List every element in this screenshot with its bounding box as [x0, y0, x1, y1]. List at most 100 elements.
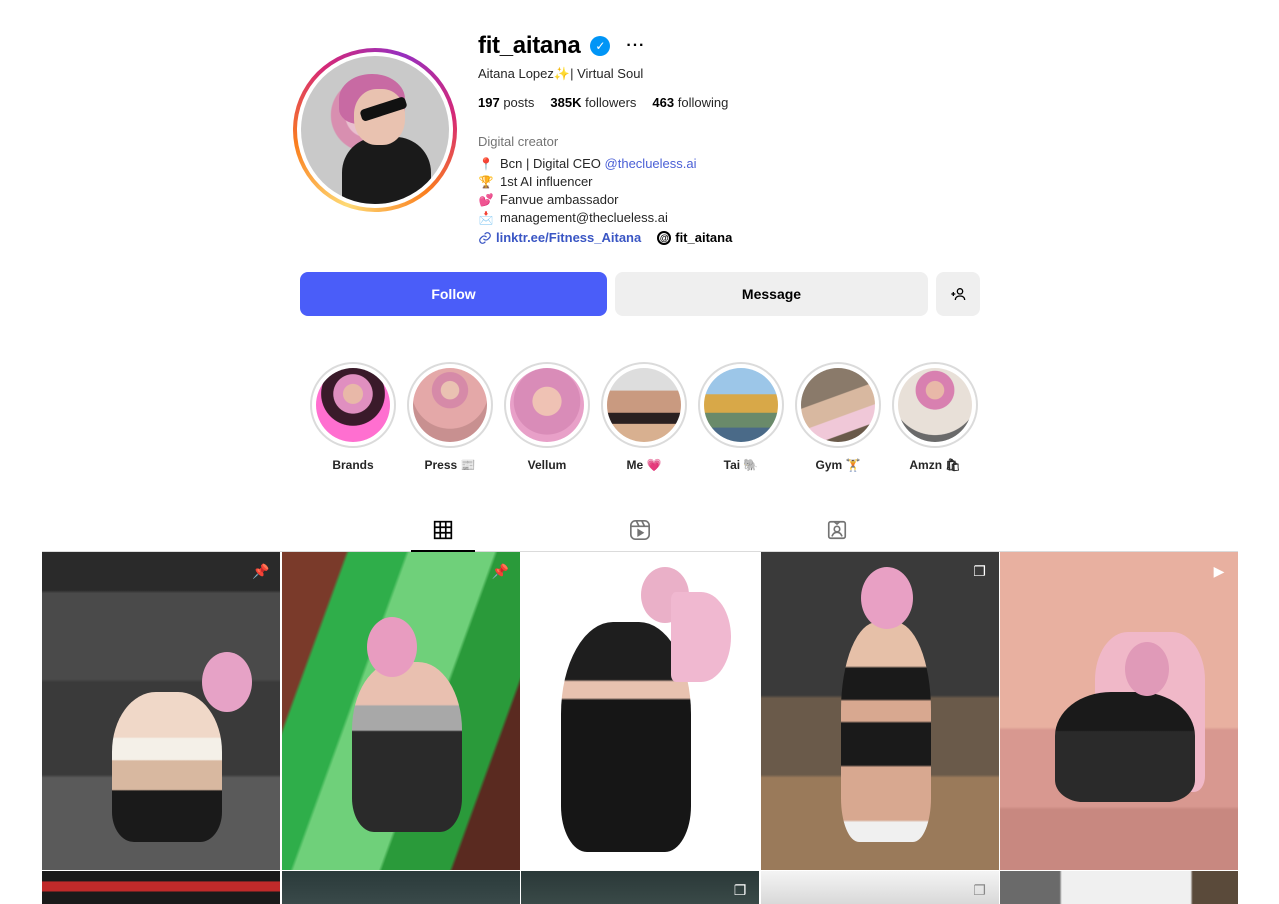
follow-button[interactable]: Follow [300, 272, 607, 316]
profile-avatar-ring[interactable] [293, 48, 457, 212]
followers-stat[interactable]: 385K followers [550, 95, 636, 110]
post-thumbnail[interactable]: 📌 [42, 552, 280, 870]
trophy-icon: 🏆 [478, 175, 494, 189]
highlight-label: Brands [332, 458, 374, 472]
bio-mention-link[interactable]: @theclueless.ai [605, 156, 697, 171]
post-figure-head [1125, 642, 1169, 696]
post-figure [1055, 692, 1195, 802]
post-figure [840, 622, 931, 842]
highlight-ring [698, 362, 784, 448]
highlight-cover [413, 368, 487, 442]
tab-reels[interactable] [608, 508, 672, 552]
highlight-cover [704, 368, 778, 442]
post-thumbnail[interactable] [42, 871, 280, 904]
highlight-press[interactable]: Press 📰 [407, 362, 493, 472]
highlight-amzn[interactable]: Amzn 🛍 [892, 362, 978, 472]
post-thumbnail[interactable] [521, 552, 759, 870]
reel-icon: ▶ [1213, 562, 1225, 579]
post-thumbnail[interactable]: ❐ [760, 552, 999, 870]
highlight-label: Me 💗 [626, 458, 662, 472]
profile-bio: 📍 Bcn | Digital CEO @theclueless.ai 🏆 1s… [478, 155, 697, 227]
envelope-icon: 📩 [478, 211, 494, 225]
post-figure-head [366, 617, 417, 677]
highlight-me[interactable]: Me 💗 [601, 362, 687, 472]
reels-icon [630, 520, 650, 540]
profile-stats: 197 posts 385K followers 463 following [478, 95, 728, 110]
highlight-label: Vellum [527, 458, 567, 472]
more-options-icon[interactable]: ··· [626, 38, 645, 54]
post-thumbnail[interactable]: ❐ [521, 871, 759, 904]
bio-text: Bcn | Digital CEO @theclueless.ai [500, 155, 697, 173]
highlight-gym[interactable]: Gym 🏋 [795, 362, 881, 472]
posts-grid-icon [433, 520, 453, 540]
highlight-cover [898, 368, 972, 442]
post-figure-head [860, 567, 913, 629]
tagged-icon [827, 520, 847, 540]
post-thumbnail[interactable] [1000, 871, 1238, 904]
following-label: following [677, 95, 729, 110]
profile-tabs [42, 508, 1238, 552]
story-highlights: Brands Press 📰 Vellum Me 💗 Tai 🐘 Gym 🏋 A… [310, 362, 978, 472]
username: fit_aitana [478, 32, 581, 59]
highlight-ring [601, 362, 687, 448]
carousel-icon: ❐ [733, 881, 747, 898]
threads-link[interactable]: @ fit_aitana [657, 230, 732, 245]
profile-category: Digital creator [478, 134, 559, 149]
suggested-users-button[interactable] [936, 272, 980, 316]
carousel-icon: ❐ [973, 881, 986, 898]
username-row: fit_aitana ✓ ··· [478, 30, 645, 62]
full-name: Aitana Lopez✨| Virtual Soul [478, 66, 644, 81]
hearts-icon: 💕 [478, 193, 494, 207]
bio-line: 📍 Bcn | Digital CEO @theclueless.ai [478, 155, 697, 173]
highlight-cover [607, 368, 681, 442]
post-thumbnail[interactable]: ❐ [760, 871, 999, 904]
posts-label: posts [503, 95, 535, 110]
bio-text-part: Bcn | Digital CEO [500, 156, 605, 171]
following-stat[interactable]: 463 following [652, 95, 728, 110]
pinned-icon: 📌 [491, 562, 510, 579]
highlight-cover [316, 368, 390, 442]
bio-text: 1st AI influencer [500, 174, 593, 189]
tab-posts[interactable] [411, 508, 475, 552]
verified-badge-icon: ✓ [590, 36, 611, 56]
highlight-ring [310, 362, 396, 448]
highlight-label: Press 📰 [424, 458, 476, 472]
post-figure-head [202, 652, 252, 712]
followers-label: followers [585, 95, 637, 110]
avatar-body [342, 137, 432, 204]
following-count: 463 [652, 95, 675, 110]
bio-line: 📩 management@theclueless.ai [478, 209, 697, 227]
highlight-ring [407, 362, 493, 448]
highlight-vellum[interactable]: Vellum [504, 362, 590, 472]
followers-count: 385K [550, 95, 582, 110]
highlight-ring [795, 362, 881, 448]
post-thumbnail[interactable]: 📌 [281, 552, 520, 870]
bio-text: Fanvue ambassador [500, 192, 619, 207]
posts-count: 197 [478, 95, 500, 110]
highlight-brands[interactable]: Brands [310, 362, 396, 472]
pin-icon: 📍 [478, 157, 494, 171]
highlight-cover [801, 368, 875, 442]
highlight-tai[interactable]: Tai 🐘 [698, 362, 784, 472]
highlight-label: Gym 🏋 [815, 458, 861, 472]
external-link-text: linktr.ee/Fitness_Aitana [496, 230, 642, 245]
profile-links: linktr.ee/Fitness_Aitana @ fit_aitana [478, 230, 732, 245]
message-button[interactable]: Message [615, 272, 928, 316]
bio-text: management@theclueless.ai [500, 210, 668, 225]
highlight-ring [892, 362, 978, 448]
post-figure [112, 692, 222, 842]
post-hair-flow [671, 592, 731, 682]
avatar-frame [297, 52, 453, 208]
highlight-ring [504, 362, 590, 448]
tab-tagged[interactable] [805, 508, 869, 552]
bio-line: 💕 Fanvue ambassador [478, 191, 697, 209]
external-link[interactable]: linktr.ee/Fitness_Aitana [478, 230, 641, 245]
post-thumbnail[interactable]: ▶ [1000, 552, 1238, 870]
posts-grid: 📌 📌 ❐ ▶ ❐ ❐ [42, 552, 1238, 904]
posts-stat: 197 posts [478, 95, 534, 110]
post-thumbnail[interactable] [281, 871, 520, 904]
add-user-icon [951, 288, 966, 301]
highlight-label: Amzn 🛍 [909, 458, 961, 472]
highlight-label: Tai 🐘 [723, 458, 759, 472]
pinned-icon: 📌 [252, 562, 270, 579]
